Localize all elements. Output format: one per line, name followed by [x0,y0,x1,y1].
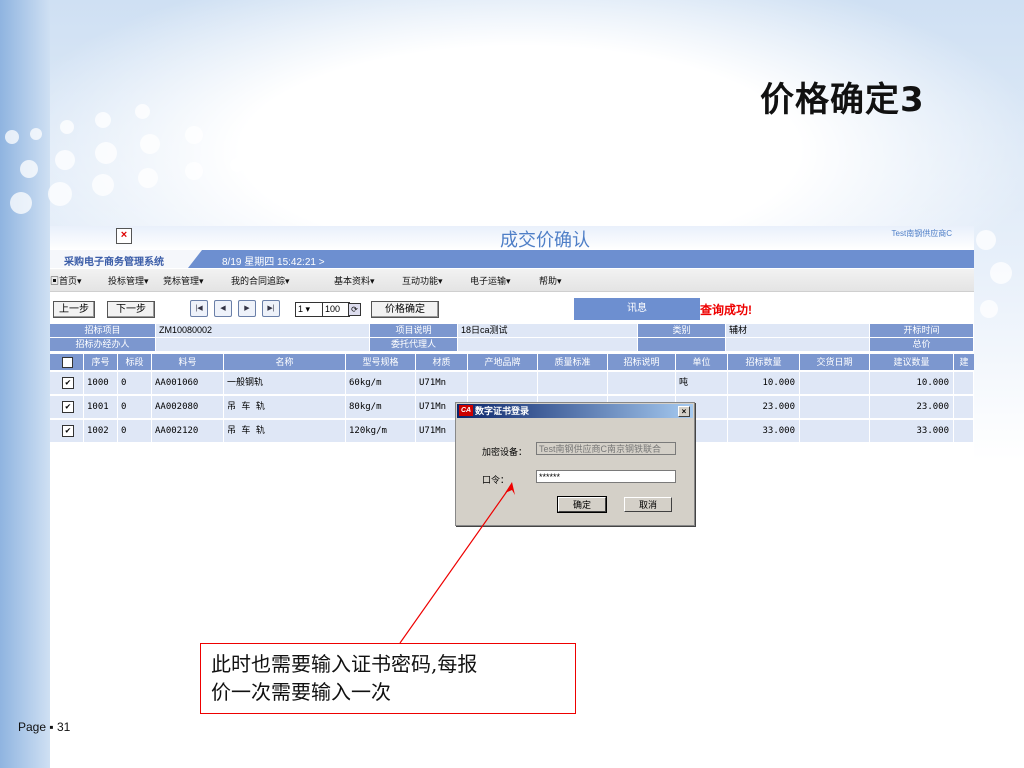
callout-box: 此时也需要输入证书密码,每报 价一次需要输入一次 [200,643,576,714]
callout-line-1: 此时也需要输入证书密码,每报 [211,652,478,676]
page-number: Page ▪ 31 [18,720,71,734]
callout-line-2: 价一次需要输入一次 [211,680,391,704]
